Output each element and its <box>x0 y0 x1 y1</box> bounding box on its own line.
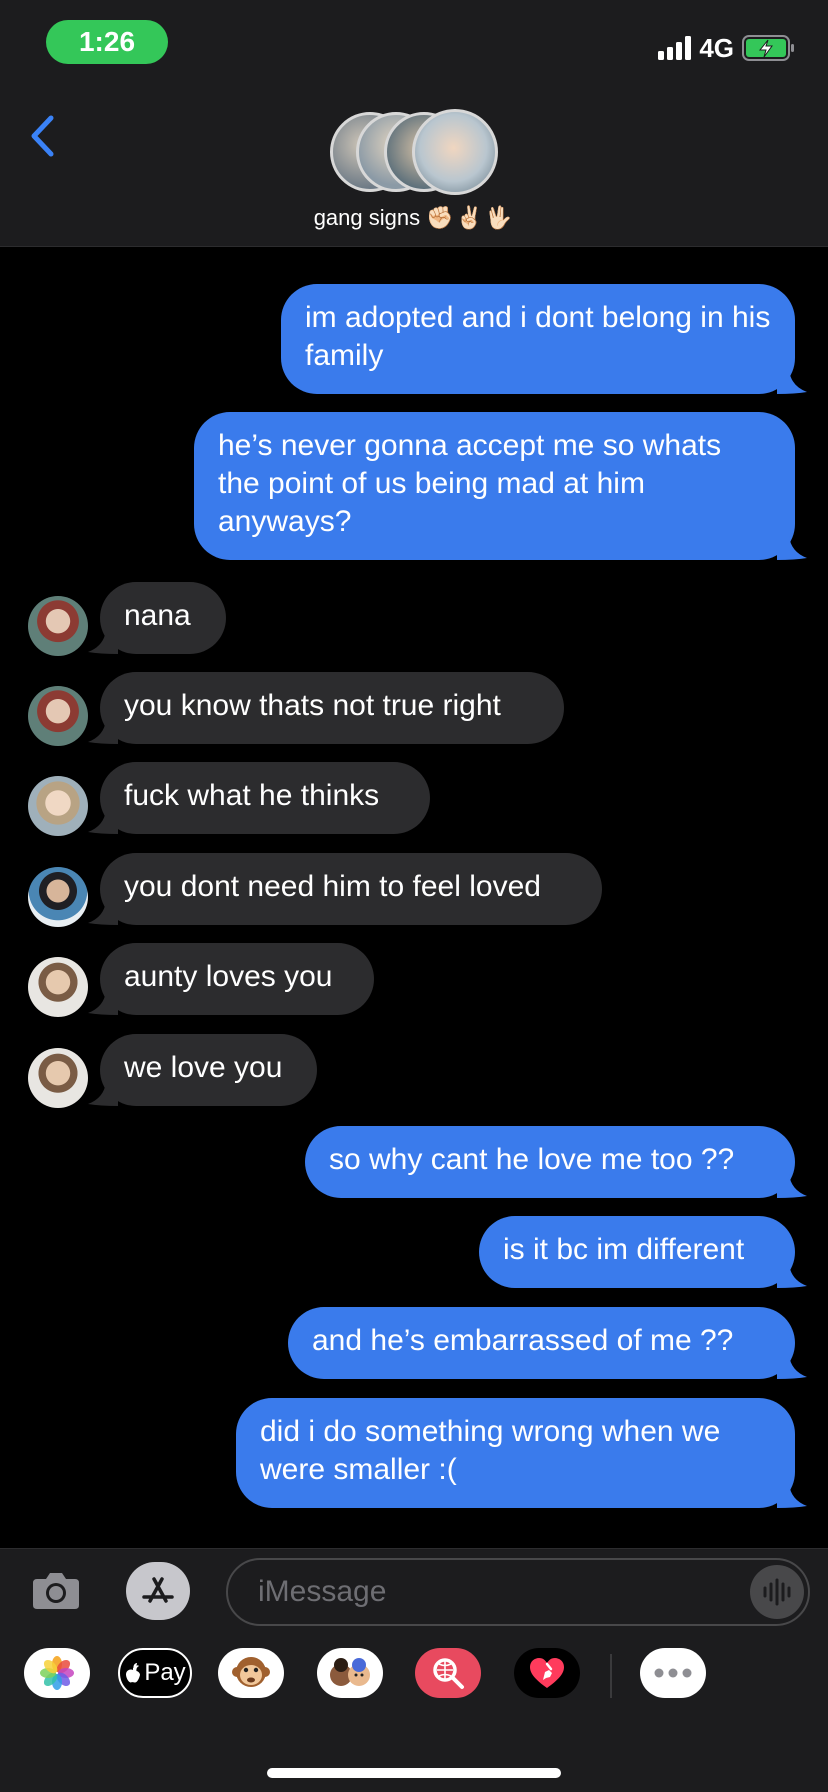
sender-avatar[interactable] <box>28 686 88 746</box>
group-member-avatar <box>412 109 498 195</box>
animoji-monkey-icon[interactable] <box>218 1648 284 1698</box>
apple-pay-label: Pay <box>144 1659 186 1686</box>
app-store-button[interactable] <box>126 1562 190 1620</box>
bubble-tail <box>777 1264 807 1288</box>
message-text: we love you <box>124 1051 283 1084</box>
bubble-tail <box>88 1082 118 1106</box>
bubble-tail <box>88 991 118 1015</box>
photos-flower-icon <box>40 1656 74 1690</box>
sender-avatar[interactable] <box>28 957 88 1017</box>
bubble-tail <box>88 720 118 744</box>
message-text: fuck what he thinks <box>124 779 380 812</box>
battery-charging-icon <box>742 35 794 61</box>
cellular-signal-icon <box>658 36 692 60</box>
bubble-tail <box>777 1174 807 1198</box>
outgoing-message-bubble[interactable]: so why cant he love me too ?? <box>305 1126 807 1198</box>
incoming-message-bubble[interactable]: fuck what he thinks <box>88 762 430 834</box>
sender-avatar[interactable] <box>28 776 88 836</box>
sender-avatar[interactable] <box>28 596 88 656</box>
incoming-message-bubble[interactable]: nana <box>88 582 226 654</box>
bubble-tail <box>777 1355 807 1379</box>
bubble-tail <box>777 1484 807 1508</box>
message-text: im adopted and i dont belong in his fami… <box>305 301 771 372</box>
camera-button[interactable] <box>30 1564 82 1616</box>
bubble-tail <box>777 370 807 394</box>
message-text: so why cant he love me too ?? <box>329 1143 735 1176</box>
bubble-tail <box>88 810 118 834</box>
message-text: you dont need him to feel loved <box>124 870 541 903</box>
app-drawer: Pay <box>0 1648 828 1714</box>
conversation-header: 1:26 4G gang signs ✊🏻✌🏻🖖🏻 <box>0 0 828 247</box>
memoji-faces-icon <box>330 1658 370 1686</box>
waveform-icon <box>763 1578 791 1606</box>
chevron-left-icon <box>31 115 54 157</box>
message-text: he’s never gonna accept me so whats the … <box>218 429 722 538</box>
outgoing-message-bubble[interactable]: he’s never gonna accept me so whats the … <box>194 412 807 560</box>
incoming-message-bubble[interactable]: you know thats not true right <box>88 672 564 744</box>
message-text: aunty loves you <box>124 960 333 993</box>
messages-screen: 1:26 4G gang signs ✊🏻✌🏻🖖🏻 im adopted and… <box>0 0 828 1792</box>
photos-app-icon[interactable] <box>24 1648 90 1698</box>
message-text: is it bc im different <box>503 1233 745 1266</box>
sender-avatar[interactable] <box>28 867 88 927</box>
message-text: and he’s embarrassed of me ?? <box>312 1324 734 1357</box>
outgoing-message-bubble[interactable]: and he’s embarrassed of me ?? <box>288 1307 807 1379</box>
message-input[interactable] <box>226 1558 810 1626</box>
magnifier-globe-icon <box>433 1658 464 1689</box>
outgoing-message-bubble[interactable]: im adopted and i dont belong in his fami… <box>281 284 807 394</box>
sender-avatar[interactable] <box>28 1048 88 1108</box>
message-text: did i do something wrong when we were sm… <box>260 1415 721 1486</box>
message-text: nana <box>124 599 191 632</box>
bubble-tail <box>88 630 118 654</box>
digital-touch-icon[interactable] <box>514 1648 580 1698</box>
status-indicators: 4G <box>658 30 796 66</box>
group-avatar-stack[interactable] <box>330 109 500 198</box>
incoming-message-bubble[interactable]: you dont need him to feel loved <box>88 853 602 925</box>
apple-pay-icon[interactable]: Pay <box>118 1648 192 1698</box>
incoming-message-bubble[interactable]: we love you <box>88 1034 317 1106</box>
camera-icon <box>33 1573 79 1609</box>
more-apps-icon[interactable] <box>640 1648 706 1698</box>
heart-touch-icon <box>530 1658 564 1688</box>
bubble-tail <box>88 901 118 925</box>
audio-message-button[interactable] <box>750 1565 804 1619</box>
message-text: you know thats not true right <box>124 689 501 722</box>
image-search-icon[interactable] <box>415 1648 481 1698</box>
incoming-message-bubble[interactable]: aunty loves you <box>88 943 374 1015</box>
outgoing-message-bubble[interactable]: is it bc im different <box>479 1216 807 1288</box>
app-drawer-divider <box>610 1654 612 1698</box>
network-type: 4G <box>699 32 734 63</box>
app-store-icon <box>142 1577 174 1603</box>
ellipsis-icon <box>654 1668 692 1678</box>
back-button[interactable] <box>22 108 62 164</box>
conversation-emojis: ✊🏻✌🏻🖖🏻 <box>426 205 515 230</box>
home-indicator[interactable] <box>267 1768 561 1778</box>
status-time[interactable]: 1:26 <box>46 20 168 64</box>
outgoing-message-bubble[interactable]: did i do something wrong when we were sm… <box>236 1398 807 1508</box>
conversation-title-row[interactable]: gang signs ✊🏻✌🏻🖖🏻 <box>0 205 828 231</box>
memoji-stickers-icon[interactable] <box>317 1648 383 1698</box>
monkey-face-icon <box>232 1657 270 1687</box>
apple-logo-icon <box>126 1663 141 1683</box>
bubble-tail <box>777 536 807 560</box>
conversation-name: gang signs <box>313 205 421 230</box>
